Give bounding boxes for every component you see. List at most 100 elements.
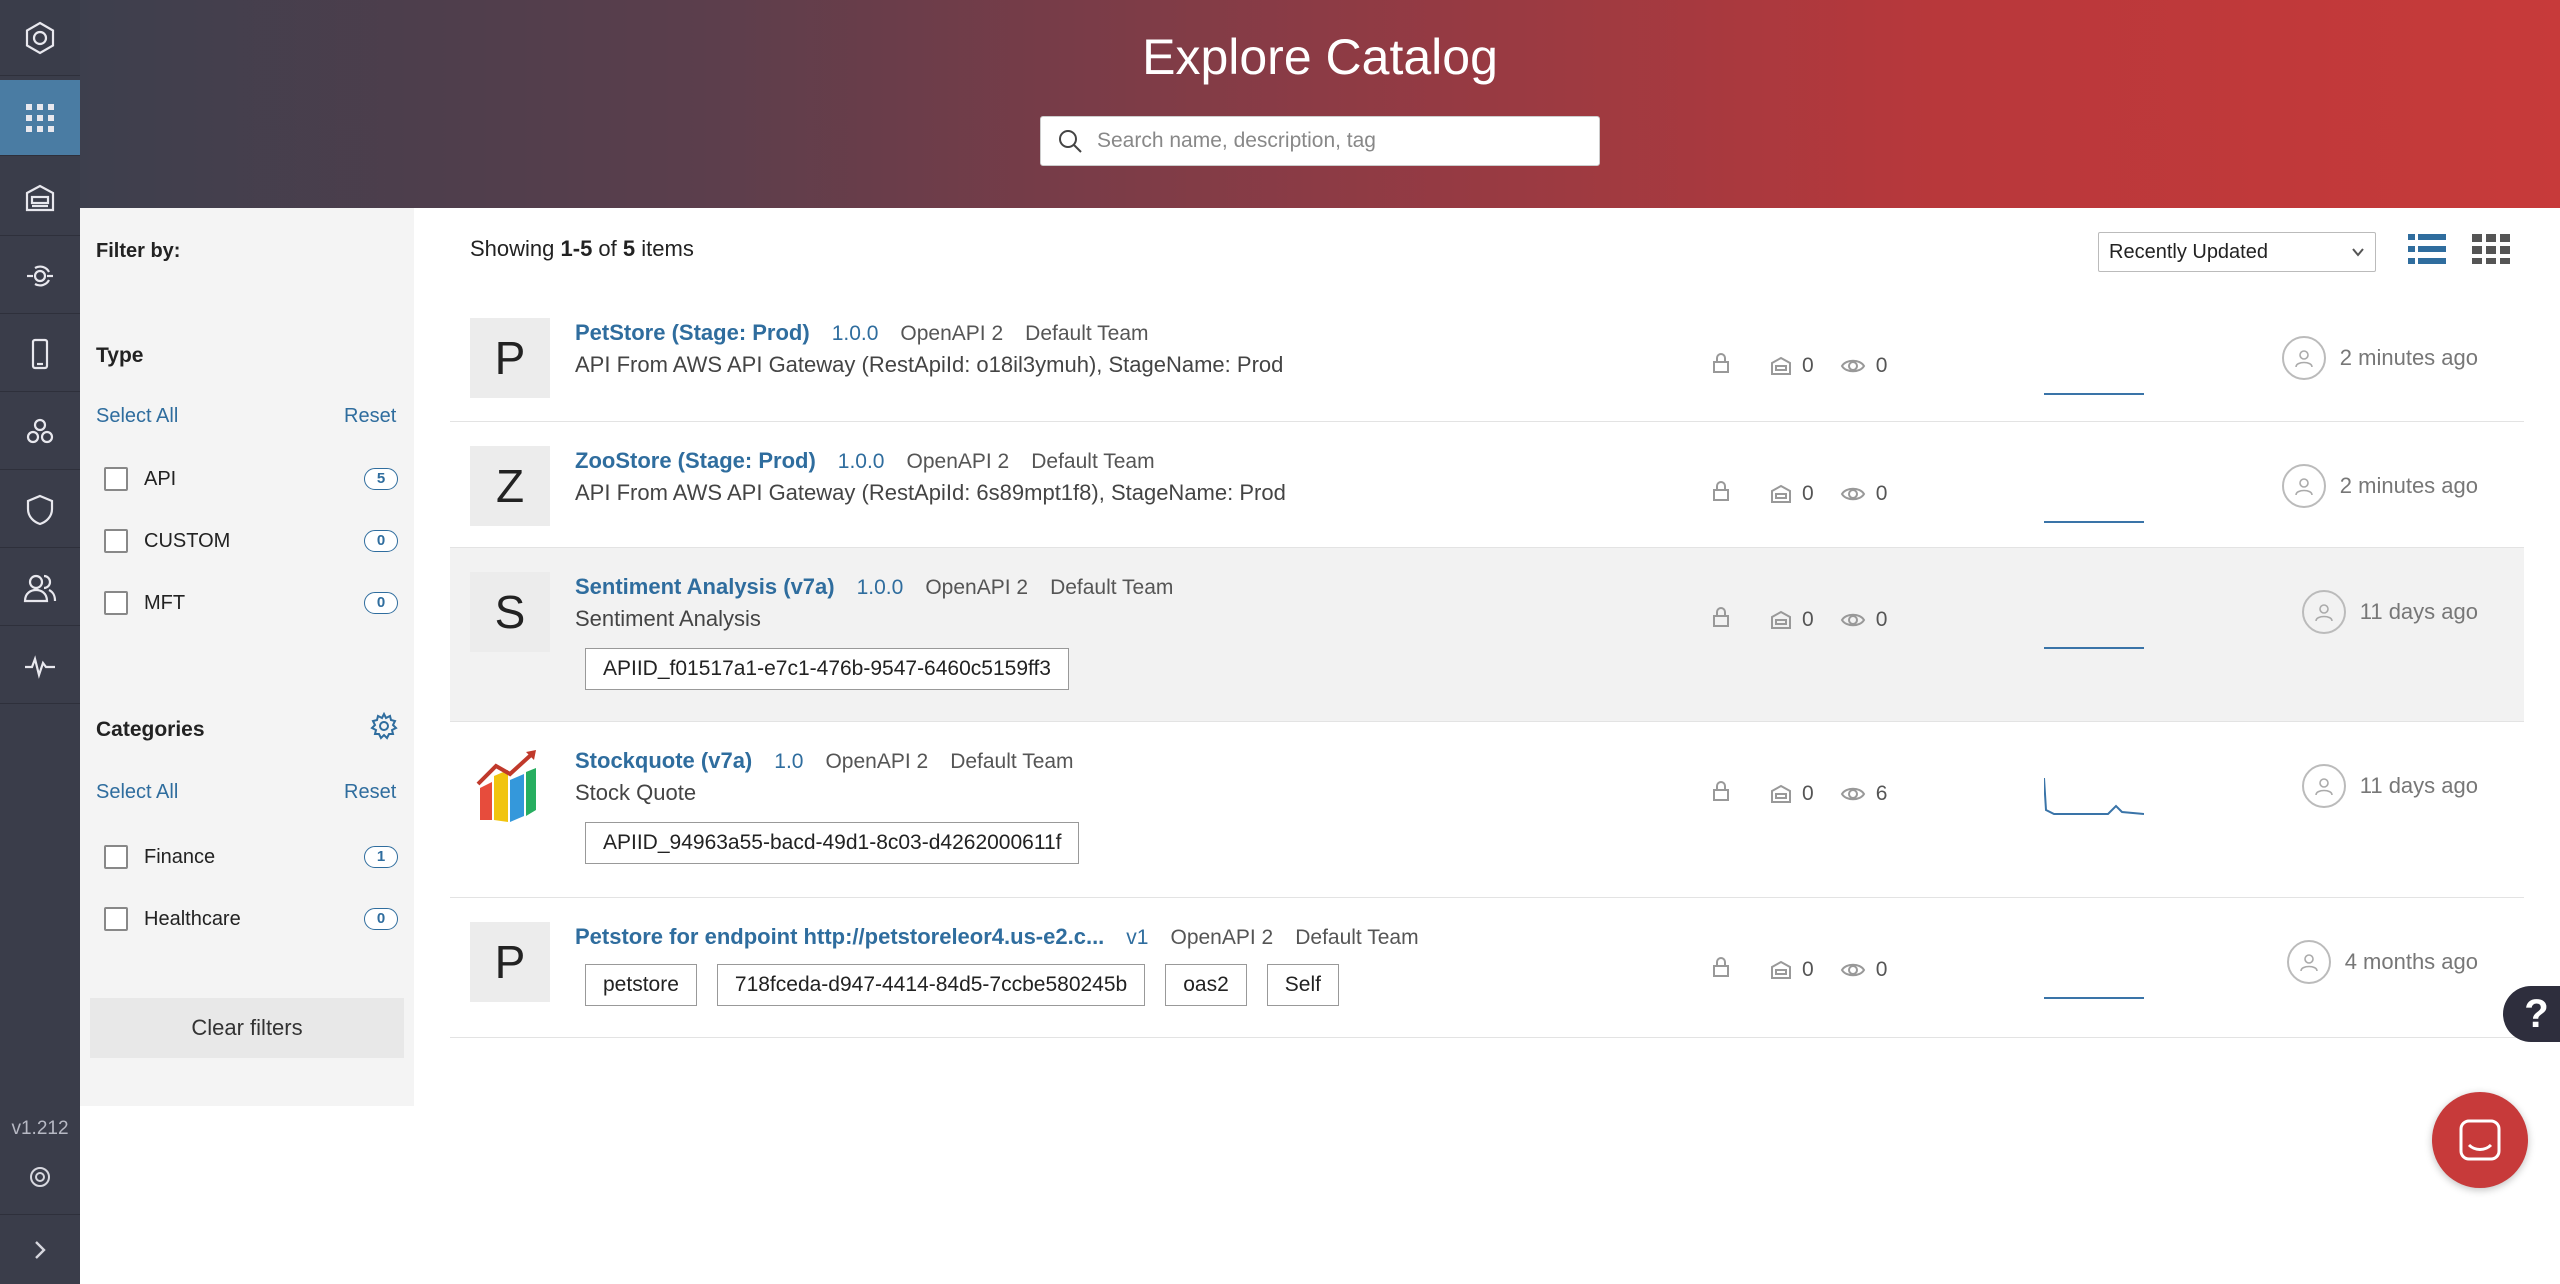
item-updated: 2 minutes ago [2281,464,2478,508]
left-nav-rail: v1.212 [0,0,80,1284]
filter-category-healthcare[interactable]: Healthcare 0 [104,904,398,934]
catalog-item[interactable]: Z ZooStore (Stage: Prod) 1.0.0 OpenAPI 2… [450,422,2524,548]
updated-time: 11 days ago [2359,773,2478,798]
search-icon [1059,130,1082,153]
updated-time: 2 minutes ago [2339,345,2478,370]
user-icon [2294,350,2313,368]
categories-heading: Categories [96,718,205,741]
catalog-item[interactable]: S Sentiment Analysis (v7a) 1.0.0 OpenAPI… [450,548,2524,722]
help-button[interactable]: ? [2503,986,2560,1042]
item-stats: 0 6 [1712,780,1887,808]
grid-view-icon[interactable] [2472,232,2510,266]
search-box[interactable] [1040,116,1600,166]
clear-filters-button[interactable]: Clear filters [90,998,404,1058]
item-tags: APIID_94963a55-bacd-49d1-8c03-d426200061… [585,822,1080,864]
mobile-icon[interactable] [0,316,80,392]
filter-label: CUSTOM [144,529,231,552]
item-thumbnail: Z [470,446,550,526]
garage-icon [1771,610,1791,629]
tag-chip[interactable]: oas2 [1165,964,1247,1006]
showing-prefix: Showing [470,236,561,261]
apps-icon[interactable] [0,394,80,470]
views-stat: 0 [1840,958,1887,982]
checkbox[interactable] [104,907,128,931]
api-connect-icon[interactable] [0,238,80,314]
item-team: Default Team [1031,450,1155,473]
item-meta: Stockquote (v7a) 1.0 OpenAPI 2 Default T… [575,748,1074,774]
item-name-link[interactable]: ZooStore (Stage: Prod) [575,448,816,474]
tag-chip[interactable]: APIID_f01517a1-e7c1-476b-9547-6460c5159f… [585,648,1069,690]
expand-rail-button[interactable] [0,1214,80,1284]
logo-icon[interactable] [0,0,80,76]
tag-chip[interactable]: Self [1266,964,1339,1006]
views-count: 0 [1875,482,1888,505]
catalog-item[interactable]: P Petstore for endpoint http://petstorel… [450,898,2524,1038]
checkbox[interactable] [104,529,128,553]
chat-icon [2459,1119,2501,1161]
usage-sparkline [2044,356,2144,396]
views-stat: 0 [1840,482,1888,506]
avatar [2281,464,2326,508]
avatar [2286,940,2331,984]
item-name-link[interactable]: PetStore (Stage: Prod) [575,320,810,346]
categories-reset-link[interactable]: Reset [344,781,396,804]
search-input[interactable] [1097,129,1577,153]
item-meta: ZooStore (Stage: Prod) 1.0.0 OpenAPI 2 D… [575,448,1155,474]
settings-ring-icon[interactable] [0,1155,80,1199]
filter-by-label: Filter by: [96,240,181,262]
item-updated: 4 months ago [2286,940,2478,984]
garage-icon [1771,484,1791,503]
filter-label: Finance [144,845,216,868]
subscriptions-count: 0 [1802,354,1814,377]
garage-icon[interactable] [0,160,80,236]
filter-type-custom[interactable]: CUSTOM 0 [104,526,398,556]
filter-category-finance[interactable]: Finance 1 [104,842,398,872]
type-heading: Type [96,344,144,367]
users-icon[interactable] [0,550,80,626]
lock-icon [1712,352,1730,380]
checkbox[interactable] [104,845,128,869]
subscriptions-count: 0 [1802,958,1814,981]
subscriptions-stat: 0 [1770,354,1814,378]
views-stat: 0 [1840,354,1887,378]
filter-type-mft[interactable]: MFT 0 [104,588,398,618]
tag-chip[interactable]: petstore [585,964,697,1006]
filter-label: MFT [144,591,186,614]
item-team: Default Team [1025,322,1149,345]
tag-chip[interactable]: APIID_94963a55-bacd-49d1-8c03-d426200061… [585,822,1080,864]
item-name-link[interactable]: Sentiment Analysis (v7a) [575,574,835,600]
shield-icon[interactable] [0,472,80,548]
sort-select[interactable]: Recently Updated [2098,232,2376,272]
type-reset-link[interactable]: Reset [344,405,396,428]
item-name-link[interactable]: Petstore for endpoint http://petstoreleo… [575,924,1104,950]
categories-select-all-link[interactable]: Select All [96,781,178,804]
catalog-item[interactable]: Stockquote (v7a) 1.0 OpenAPI 2 Default T… [450,722,2524,898]
activity-icon[interactable] [0,628,80,704]
catalog-grid-icon[interactable] [0,80,80,156]
checkbox[interactable] [104,591,128,615]
item-stats: 0 0 [1712,480,1887,508]
filter-type-api[interactable]: API 5 [104,464,398,494]
filter-label: API [144,467,177,490]
item-description: Sentiment Analysis [575,606,761,631]
count-badge: 0 [364,530,398,552]
chat-launcher-button[interactable] [2432,1092,2528,1188]
checkbox[interactable] [104,467,128,491]
showing-suffix: items [635,236,694,261]
list-view-icon[interactable] [2408,232,2446,266]
tag-chip[interactable]: 718fceda-d947-4414-84d5-7ccbe580245b [716,964,1146,1006]
item-stats: 0 0 [1712,352,1887,380]
gear-icon[interactable] [370,711,398,745]
item-name-link[interactable]: Stockquote (v7a) [575,748,752,774]
garage-icon [1771,356,1791,375]
lock-icon [1712,480,1730,508]
page-title: Explore Catalog [1142,29,1498,85]
chevron-down-icon [2352,248,2364,257]
eye-icon [1840,487,1865,501]
showing-range: 1-5 [560,236,593,261]
item-meta: Petstore for endpoint http://petstoreleo… [575,924,1419,950]
type-select-all-link[interactable]: Select All [96,405,178,428]
item-team: Default Team [950,750,1074,773]
catalog-item[interactable]: P PetStore (Stage: Prod) 1.0.0 OpenAPI 2… [450,294,2524,422]
item-description: API From AWS API Gateway (RestApiId: o18… [575,352,1284,377]
